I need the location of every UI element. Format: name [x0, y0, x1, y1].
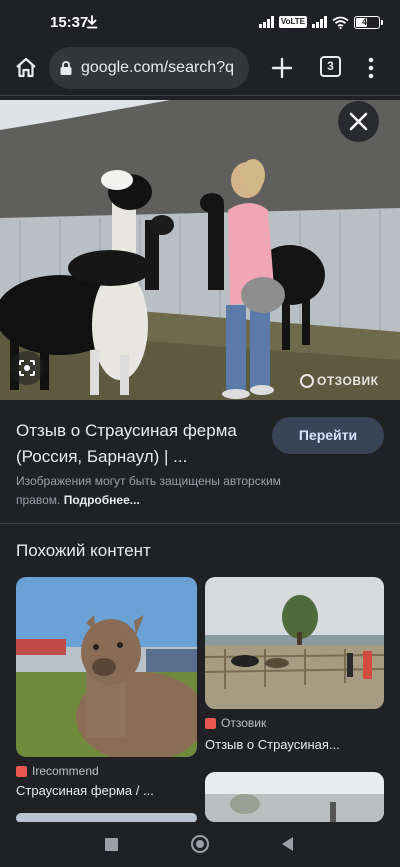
more-link[interactable]: Подробнее... [64, 493, 140, 507]
result-title[interactable]: Отзыв о Страусиная ферма (Россия, Барнау… [16, 418, 266, 470]
battery-level: 49 [361, 16, 372, 27]
watermark: ОТЗОВИК [300, 374, 378, 388]
otzovik-icon [205, 717, 216, 729]
browser-toolbar: google.com/search?q 3 [0, 44, 400, 96]
url-text: google.com/search?q [81, 59, 234, 76]
related-card-title[interactable]: Страусиная ферма / ... [16, 783, 154, 798]
copyright-text: Изображения могут быть защищены авторски… [16, 474, 281, 507]
watermark-text: ОТЗОВИК [317, 374, 379, 388]
section-divider [0, 523, 400, 524]
preview-image[interactable] [0, 100, 400, 400]
lens-button[interactable] [10, 351, 44, 385]
home-circle-icon[interactable] [191, 835, 209, 853]
related-card-image[interactable] [16, 577, 197, 757]
related-source: Отзовик [205, 716, 266, 730]
wifi-icon [332, 16, 349, 29]
related-source: Irecommend [16, 764, 99, 778]
signal-icon [258, 16, 274, 28]
toolbar-divider [0, 95, 400, 96]
battery-icon: 49 [354, 15, 383, 29]
lens-icon [19, 360, 35, 376]
more-vert-icon[interactable] [361, 54, 381, 82]
signal-icon-2 [312, 16, 327, 28]
status-bar: 15:37 VoLTE 49 [0, 0, 400, 44]
close-icon [349, 112, 368, 131]
result-info: Отзыв о Страусиная ферма (Россия, Барнау… [0, 400, 400, 522]
plus-icon[interactable] [268, 54, 296, 82]
related-card-image[interactable] [205, 772, 384, 822]
watermark-logo-icon [300, 374, 314, 388]
visit-button[interactable]: Перейти [272, 417, 384, 454]
related-card-title[interactable]: Отзыв о Страусиная... [205, 737, 340, 752]
download-icon [86, 15, 98, 29]
irecommend-icon [16, 765, 27, 777]
related-source-name: Irecommend [32, 764, 99, 778]
recents-icon[interactable] [105, 838, 118, 851]
related-source-name: Отзовик [221, 716, 267, 730]
tab-switcher-button[interactable]: 3 [320, 56, 341, 77]
network-badge: VoLTE [278, 16, 307, 28]
copyright-notice: Изображения могут быть защищены авторски… [16, 472, 316, 510]
system-nav-bar [0, 822, 400, 867]
back-icon[interactable] [282, 837, 293, 851]
address-bar[interactable]: google.com/search?q [49, 47, 249, 89]
lock-icon [60, 61, 72, 75]
status-time: 15:37 [50, 14, 89, 31]
related-card-image[interactable] [205, 577, 384, 709]
close-button[interactable] [338, 101, 379, 142]
status-icons: VoLTE 49 [258, 15, 383, 29]
related-heading: Похожий контент [16, 541, 151, 560]
home-icon[interactable] [12, 54, 40, 82]
